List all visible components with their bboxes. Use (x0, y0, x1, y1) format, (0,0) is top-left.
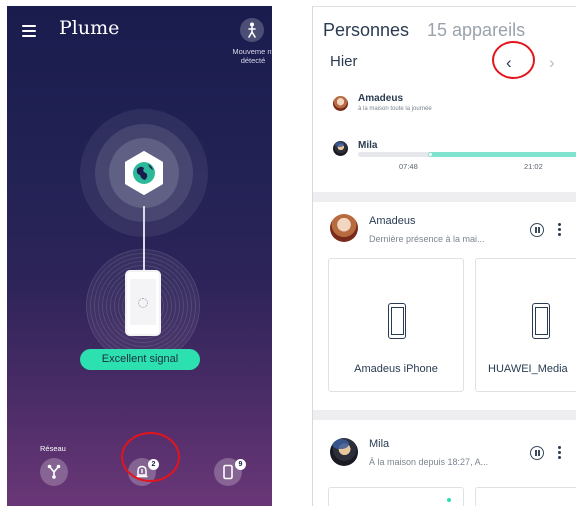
more-options-icon[interactable] (558, 223, 562, 237)
timeline-end-time: 21:02 (524, 162, 543, 171)
summary-person-name: Amadeus (358, 93, 404, 104)
person-name: Amadeus (369, 215, 416, 227)
loading-spinner-icon (138, 298, 148, 308)
person-status: Dernière présence à la mai... (369, 234, 485, 244)
avatar (333, 141, 348, 156)
selected-day: Hier (330, 53, 358, 70)
avatar (333, 96, 348, 111)
more-options-icon[interactable] (558, 446, 562, 460)
connected-phone-icon[interactable] (125, 270, 161, 336)
pause-icon[interactable] (530, 223, 544, 237)
device-card[interactable]: Amadeus iPhone (328, 258, 464, 392)
presence-timeline[interactable] (358, 152, 576, 157)
motion-detected-label: Mouveme nt détecté (232, 47, 272, 65)
signal-status-pill: Excellent signal (80, 349, 200, 370)
app-brand: Plume (59, 17, 120, 39)
avatar (330, 214, 358, 242)
devices-badge: 9 (235, 459, 246, 470)
highlight-circle (121, 432, 180, 482)
people-screen: Personnes 15 appareils Hier ‹ › Amadeus … (312, 6, 576, 506)
phone-icon (223, 464, 233, 480)
phone-icon (532, 303, 550, 339)
device-name: Amadeus iPhone (354, 363, 438, 375)
person-name: Mila (369, 438, 390, 450)
chevron-right-icon[interactable]: › (549, 53, 555, 73)
device-card[interactable]: HUAWEI_Media (475, 258, 576, 392)
person-status: À la maison depuis 18:27, A... (369, 457, 489, 467)
phone-icon (388, 303, 406, 339)
app-header: Plume Mouveme nt détecté (7, 6, 272, 65)
presence-timeline-fill (428, 152, 576, 157)
motion-detected-icon[interactable] (240, 18, 264, 42)
highlight-circle (492, 41, 535, 79)
network-nav-button[interactable] (40, 458, 68, 486)
pod-node-icon[interactable] (120, 149, 168, 197)
avatar (330, 438, 358, 466)
pause-icon[interactable] (530, 446, 544, 460)
timeline-start-time: 07:48 (399, 162, 418, 171)
device-count: 15 appareils (427, 20, 526, 40)
summary-person-name: Mila (358, 140, 378, 151)
people-summary-panel: Personnes 15 appareils Hier ‹ › Amadeus … (313, 7, 576, 192)
device-card[interactable] (475, 487, 576, 506)
summary-person-status: à la maison toute la journée (358, 106, 432, 112)
online-status-dot (447, 498, 451, 502)
timeline-start-knob[interactable] (428, 152, 433, 157)
network-nav-label: Réseau (40, 444, 66, 453)
device-card[interactable] (328, 487, 464, 506)
device-name: HUAWEI_Media (488, 363, 568, 375)
person-card: Amadeus Dernière présence à la mai... Am… (313, 202, 576, 410)
person-card: Mila À la maison depuis 18:27, A... (313, 420, 576, 506)
plume-home-screen: Plume Mouveme nt détecté Excellent signa… (7, 6, 272, 506)
menu-icon[interactable] (22, 25, 36, 37)
page-title: Personnes (323, 20, 410, 40)
